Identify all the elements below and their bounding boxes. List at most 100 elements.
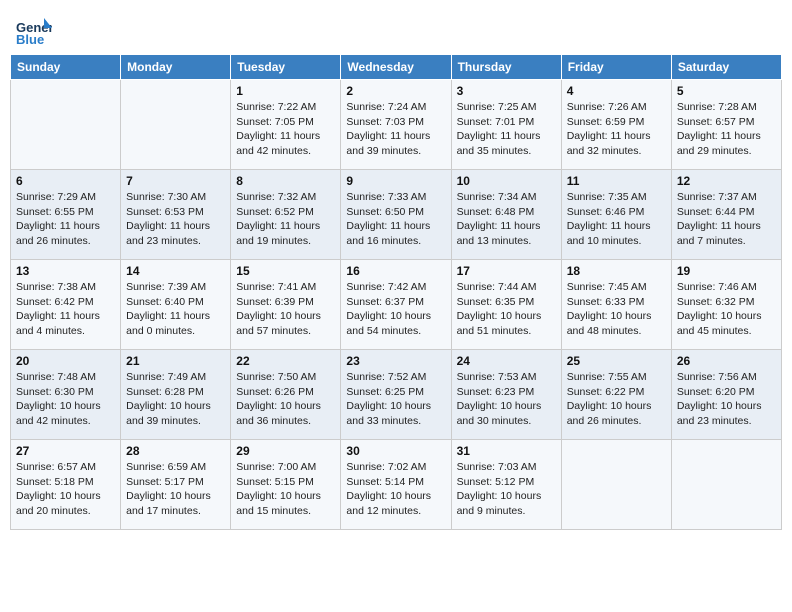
day-number: 13	[16, 264, 115, 278]
calendar-cell: 6 Sunrise: 7:29 AM Sunset: 6:55 PM Daylig…	[11, 170, 121, 260]
day-info: Sunrise: 7:28 AM Sunset: 6:57 PM Dayligh…	[677, 100, 776, 159]
day-info: Sunrise: 7:26 AM Sunset: 6:59 PM Dayligh…	[567, 100, 666, 159]
calendar-cell: 23 Sunrise: 7:52 AM Sunset: 6:25 PM Dayli…	[341, 350, 451, 440]
day-number: 12	[677, 174, 776, 188]
day-number: 17	[457, 264, 556, 278]
day-info: Sunrise: 7:03 AM Sunset: 5:12 PM Dayligh…	[457, 460, 556, 519]
day-number: 6	[16, 174, 115, 188]
day-number: 23	[346, 354, 445, 368]
day-number: 22	[236, 354, 335, 368]
day-info: Sunrise: 7:50 AM Sunset: 6:26 PM Dayligh…	[236, 370, 335, 429]
day-number: 9	[346, 174, 445, 188]
day-number: 24	[457, 354, 556, 368]
calendar-cell: 27Sunrise: 6:57 AM Sunset: 5:18 PM Dayli…	[11, 440, 121, 530]
day-number: 31	[457, 444, 556, 458]
day-info: Sunrise: 6:59 AM Sunset: 5:17 PM Dayligh…	[126, 460, 225, 519]
header-day-monday: Monday	[121, 55, 231, 80]
week-row-1: 1 Sunrise: 7:22 AM Sunset: 7:05 PM Daylig…	[11, 80, 782, 170]
day-info: Sunrise: 7:22 AM Sunset: 7:05 PM Dayligh…	[236, 100, 335, 159]
day-info: Sunrise: 7:46 AM Sunset: 6:32 PM Dayligh…	[677, 280, 776, 339]
day-info: Sunrise: 7:52 AM Sunset: 6:25 PM Dayligh…	[346, 370, 445, 429]
day-info: Sunrise: 7:45 AM Sunset: 6:33 PM Dayligh…	[567, 280, 666, 339]
day-number: 4	[567, 84, 666, 98]
calendar-cell: 20Sunrise: 7:48 AM Sunset: 6:30 PM Dayli…	[11, 350, 121, 440]
day-info: Sunrise: 7:30 AM Sunset: 6:53 PM Dayligh…	[126, 190, 225, 249]
day-number: 19	[677, 264, 776, 278]
calendar-cell: 3Sunrise: 7:25 AM Sunset: 7:01 PM Daylig…	[451, 80, 561, 170]
day-info: Sunrise: 7:29 AM Sunset: 6:55 PM Dayligh…	[16, 190, 115, 249]
calendar-body: 1 Sunrise: 7:22 AM Sunset: 7:05 PM Daylig…	[11, 80, 782, 530]
calendar-header: SundayMondayTuesdayWednesdayThursdayFrid…	[11, 55, 782, 80]
calendar-cell: 28Sunrise: 6:59 AM Sunset: 5:17 PM Dayli…	[121, 440, 231, 530]
calendar-cell	[671, 440, 781, 530]
calendar-cell: 11 Sunrise: 7:35 AM Sunset: 6:46 PM Dayli…	[561, 170, 671, 260]
calendar-cell: 1 Sunrise: 7:22 AM Sunset: 7:05 PM Daylig…	[231, 80, 341, 170]
week-row-2: 6 Sunrise: 7:29 AM Sunset: 6:55 PM Daylig…	[11, 170, 782, 260]
day-info: Sunrise: 7:42 AM Sunset: 6:37 PM Dayligh…	[346, 280, 445, 339]
day-number: 2	[346, 84, 445, 98]
day-info: Sunrise: 7:39 AM Sunset: 6:40 PM Dayligh…	[126, 280, 225, 339]
week-row-5: 27Sunrise: 6:57 AM Sunset: 5:18 PM Dayli…	[11, 440, 782, 530]
day-number: 3	[457, 84, 556, 98]
day-info: Sunrise: 7:02 AM Sunset: 5:14 PM Dayligh…	[346, 460, 445, 519]
calendar-cell: 15 Sunrise: 7:41 AM Sunset: 6:39 PM Dayli…	[231, 260, 341, 350]
calendar-cell: 19 Sunrise: 7:46 AM Sunset: 6:32 PM Dayli…	[671, 260, 781, 350]
calendar-cell: 9 Sunrise: 7:33 AM Sunset: 6:50 PM Daylig…	[341, 170, 451, 260]
day-number: 15	[236, 264, 335, 278]
day-info: Sunrise: 7:33 AM Sunset: 6:50 PM Dayligh…	[346, 190, 445, 249]
logo: General Blue	[14, 10, 56, 46]
header-day-friday: Friday	[561, 55, 671, 80]
day-info: Sunrise: 7:53 AM Sunset: 6:23 PM Dayligh…	[457, 370, 556, 429]
calendar-cell: 10Sunrise: 7:34 AM Sunset: 6:48 PM Dayli…	[451, 170, 561, 260]
day-number: 29	[236, 444, 335, 458]
week-row-4: 20Sunrise: 7:48 AM Sunset: 6:30 PM Dayli…	[11, 350, 782, 440]
day-number: 18	[567, 264, 666, 278]
day-number: 7	[126, 174, 225, 188]
day-info: Sunrise: 7:56 AM Sunset: 6:20 PM Dayligh…	[677, 370, 776, 429]
calendar-cell: 25 Sunrise: 7:55 AM Sunset: 6:22 PM Dayli…	[561, 350, 671, 440]
calendar-cell: 8 Sunrise: 7:32 AM Sunset: 6:52 PM Daylig…	[231, 170, 341, 260]
day-number: 8	[236, 174, 335, 188]
week-row-3: 13 Sunrise: 7:38 AM Sunset: 6:42 PM Dayli…	[11, 260, 782, 350]
calendar-cell: 14Sunrise: 7:39 AM Sunset: 6:40 PM Dayli…	[121, 260, 231, 350]
header-day-thursday: Thursday	[451, 55, 561, 80]
calendar-cell	[561, 440, 671, 530]
calendar-cell: 22 Sunrise: 7:50 AM Sunset: 6:26 PM Dayli…	[231, 350, 341, 440]
calendar-cell: 29Sunrise: 7:00 AM Sunset: 5:15 PM Dayli…	[231, 440, 341, 530]
day-number: 1	[236, 84, 335, 98]
calendar-cell: 16 Sunrise: 7:42 AM Sunset: 6:37 PM Dayli…	[341, 260, 451, 350]
header-day-saturday: Saturday	[671, 55, 781, 80]
header-day-sunday: Sunday	[11, 55, 121, 80]
day-number: 16	[346, 264, 445, 278]
calendar-cell	[121, 80, 231, 170]
day-info: Sunrise: 6:57 AM Sunset: 5:18 PM Dayligh…	[16, 460, 115, 519]
header-day-tuesday: Tuesday	[231, 55, 341, 80]
day-info: Sunrise: 7:32 AM Sunset: 6:52 PM Dayligh…	[236, 190, 335, 249]
day-info: Sunrise: 7:34 AM Sunset: 6:48 PM Dayligh…	[457, 190, 556, 249]
calendar-cell: 7 Sunrise: 7:30 AM Sunset: 6:53 PM Daylig…	[121, 170, 231, 260]
calendar-cell: 5 Sunrise: 7:28 AM Sunset: 6:57 PM Daylig…	[671, 80, 781, 170]
day-info: Sunrise: 7:49 AM Sunset: 6:28 PM Dayligh…	[126, 370, 225, 429]
calendar-cell	[11, 80, 121, 170]
calendar-cell: 4 Sunrise: 7:26 AM Sunset: 6:59 PM Daylig…	[561, 80, 671, 170]
day-number: 11	[567, 174, 666, 188]
day-info: Sunrise: 7:48 AM Sunset: 6:30 PM Dayligh…	[16, 370, 115, 429]
calendar-cell: 17Sunrise: 7:44 AM Sunset: 6:35 PM Dayli…	[451, 260, 561, 350]
calendar-cell: 31 Sunrise: 7:03 AM Sunset: 5:12 PM Dayli…	[451, 440, 561, 530]
calendar-cell: 24 Sunrise: 7:53 AM Sunset: 6:23 PM Dayli…	[451, 350, 561, 440]
svg-text:Blue: Blue	[16, 32, 44, 47]
calendar-cell: 30Sunrise: 7:02 AM Sunset: 5:14 PM Dayli…	[341, 440, 451, 530]
day-number: 26	[677, 354, 776, 368]
header-row: SundayMondayTuesdayWednesdayThursdayFrid…	[11, 55, 782, 80]
day-info: Sunrise: 7:38 AM Sunset: 6:42 PM Dayligh…	[16, 280, 115, 339]
calendar-cell: 26 Sunrise: 7:56 AM Sunset: 6:20 PM Dayli…	[671, 350, 781, 440]
day-info: Sunrise: 7:37 AM Sunset: 6:44 PM Dayligh…	[677, 190, 776, 249]
day-info: Sunrise: 7:35 AM Sunset: 6:46 PM Dayligh…	[567, 190, 666, 249]
calendar-table: SundayMondayTuesdayWednesdayThursdayFrid…	[10, 54, 782, 530]
day-number: 5	[677, 84, 776, 98]
day-info: Sunrise: 7:55 AM Sunset: 6:22 PM Dayligh…	[567, 370, 666, 429]
day-info: Sunrise: 7:41 AM Sunset: 6:39 PM Dayligh…	[236, 280, 335, 339]
logo-icon: General Blue	[14, 10, 50, 46]
header-day-wednesday: Wednesday	[341, 55, 451, 80]
day-number: 25	[567, 354, 666, 368]
